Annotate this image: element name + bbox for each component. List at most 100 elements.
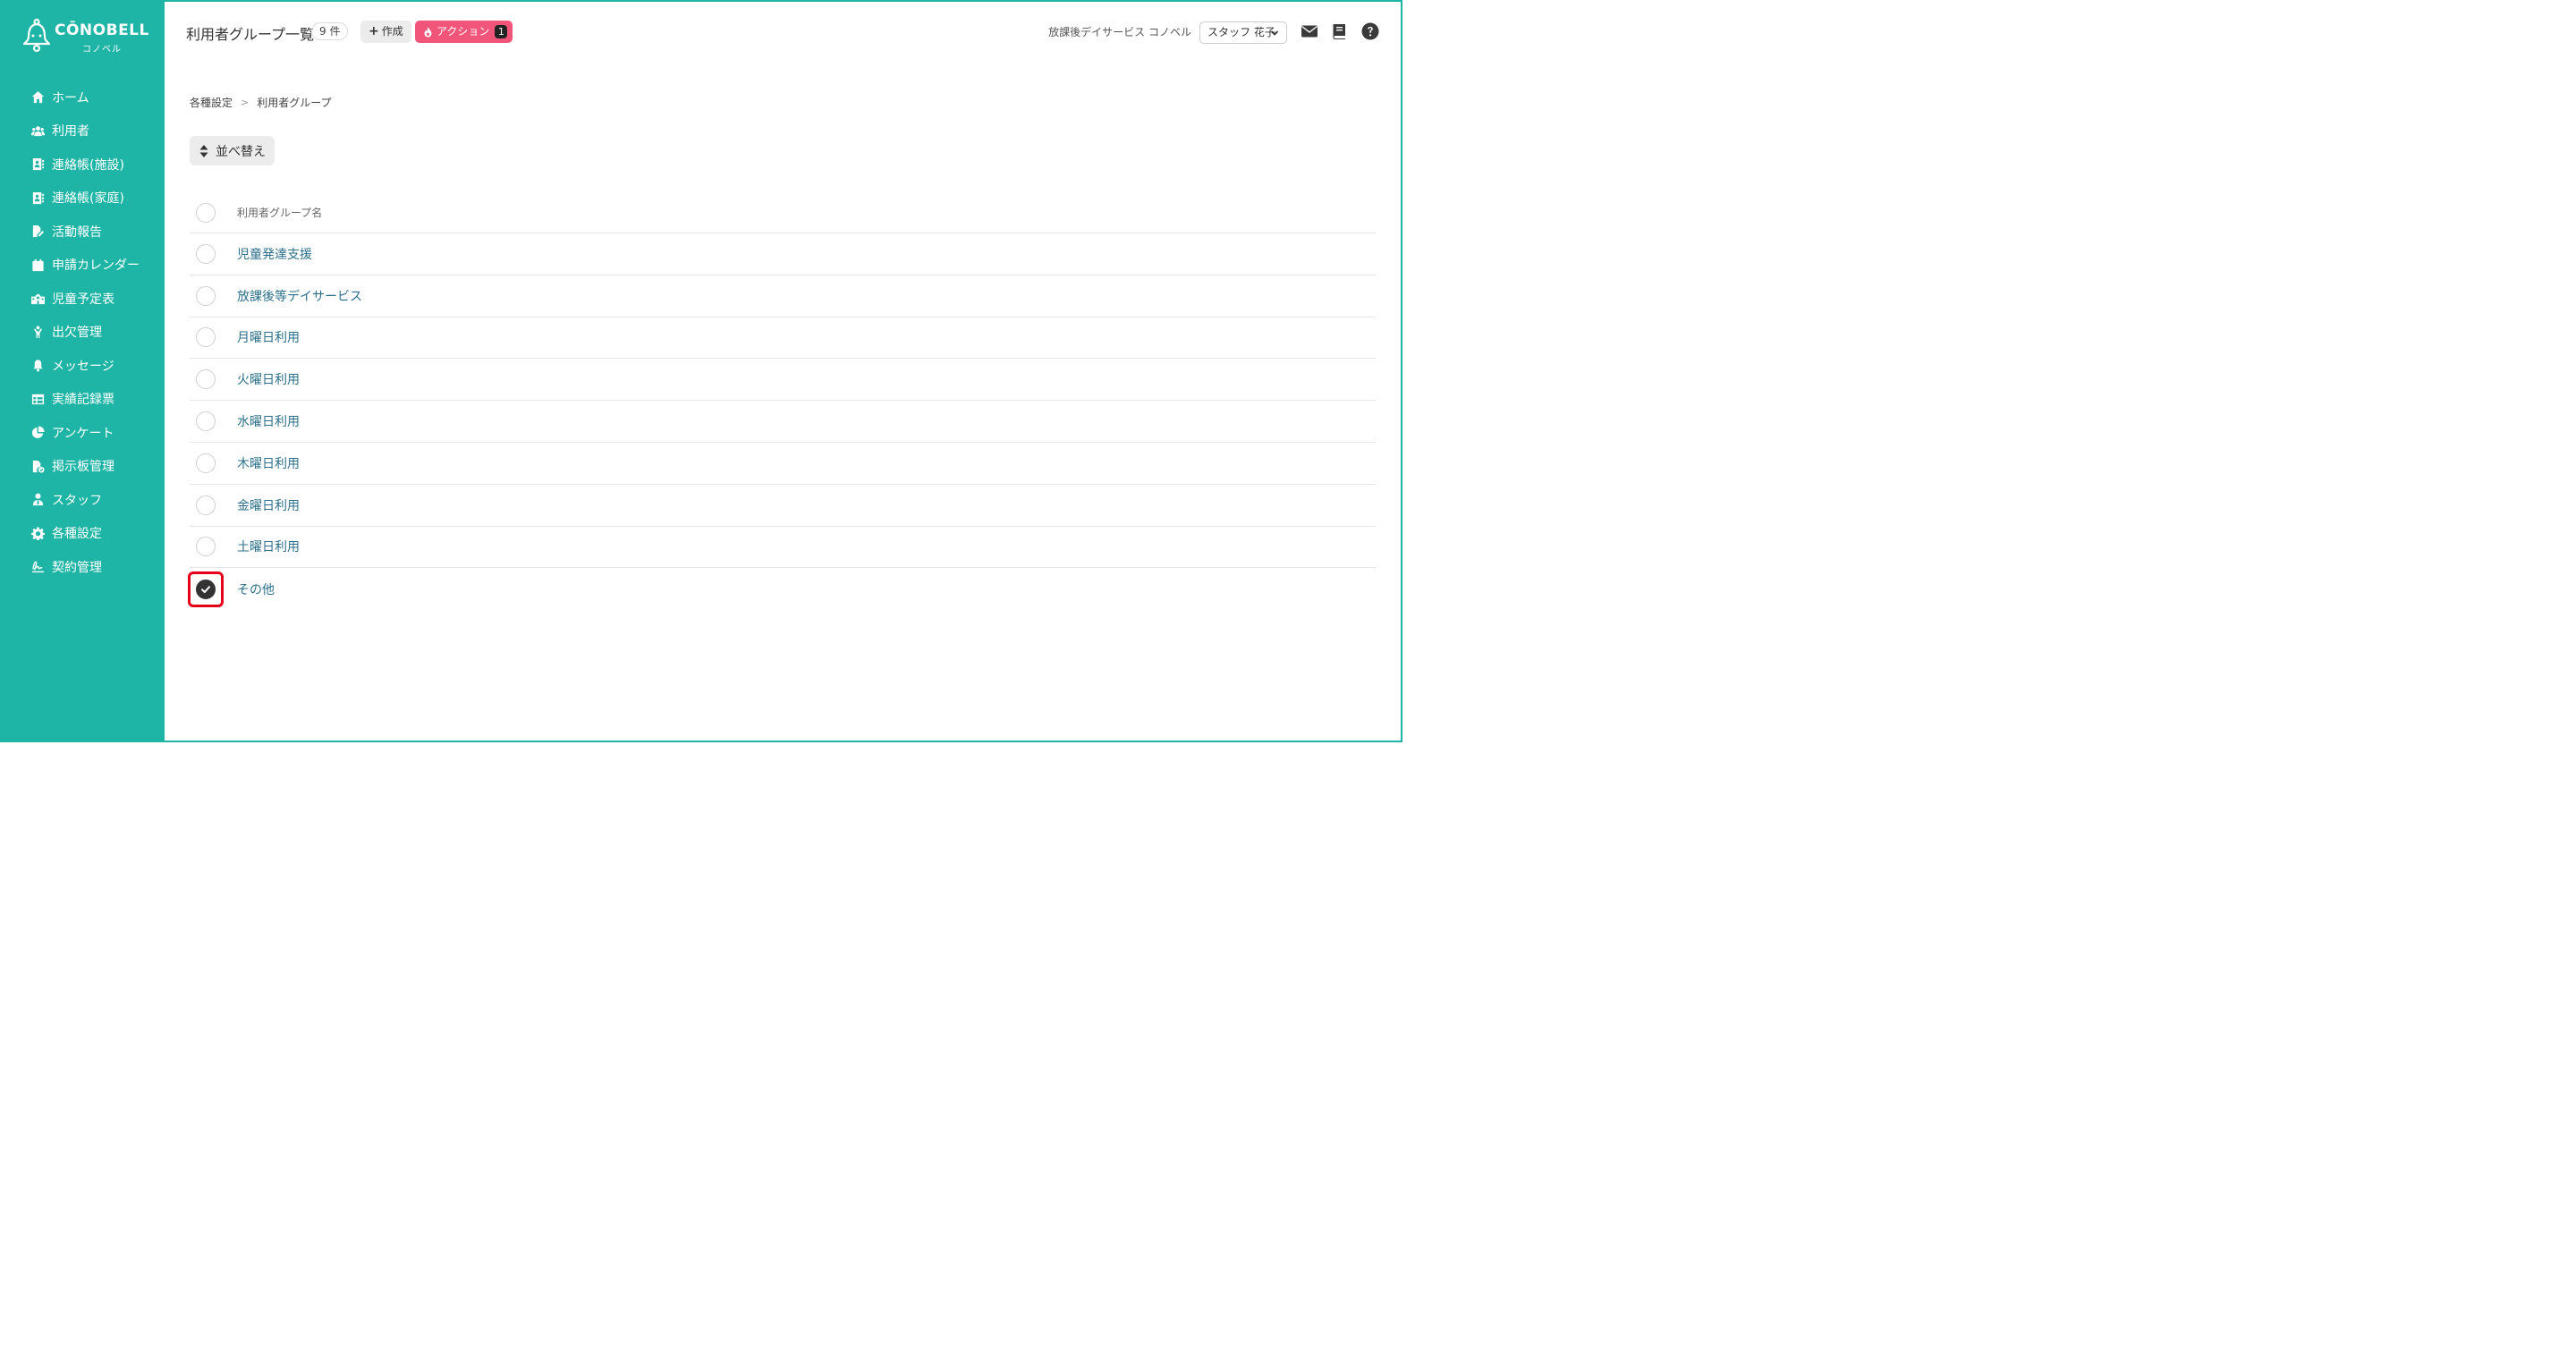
help-icon[interactable] (1361, 22, 1379, 40)
signature-icon (30, 560, 45, 574)
sidebar-item-attendance[interactable]: 出欠管理 (0, 316, 165, 350)
staff-dropdown[interactable]: スタッフ 花子 (1199, 21, 1287, 44)
checkmark-icon (201, 586, 210, 593)
table-row: 水曜日利用 (190, 401, 1376, 443)
breadcrumb-parent[interactable]: 各種設定 (190, 95, 233, 110)
group-name-link[interactable]: 月曜日利用 (237, 328, 300, 346)
logo[interactable]: CŌNOBELL コノベル (21, 18, 149, 57)
sidebar: CŌNOBELL コノベル ホーム 利用者 連絡帳(施設) 連絡帳(家庭) 活動… (0, 0, 165, 742)
row-checkbox[interactable] (196, 243, 216, 264)
sidebar-item-contract[interactable]: 契約管理 (0, 550, 165, 584)
sidebar-item-home[interactable]: ホーム (0, 80, 165, 114)
sidebar-item-label: 連絡帳(家庭) (52, 191, 124, 207)
calendar-icon (30, 258, 45, 272)
table-row: 土曜日利用 (190, 527, 1376, 569)
row-checkbox[interactable] (196, 495, 216, 515)
gear-icon (30, 526, 45, 540)
sidebar-item-label: 活動報告 (52, 224, 102, 240)
table-icon (30, 392, 45, 406)
contact-book-icon (30, 190, 45, 205)
create-button-label: 作成 (381, 25, 403, 38)
sidebar-item-label: スタッフ (52, 493, 102, 508)
breadcrumb-current: 利用者グループ (257, 97, 332, 109)
group-name-link[interactable]: その他 (237, 580, 275, 598)
sidebar-item-label: 実績記録票 (52, 393, 114, 408)
logo-subtext: コノベル (82, 45, 122, 55)
sidebar-item-users[interactable]: 利用者 (0, 114, 165, 148)
pie-chart-icon (30, 426, 45, 440)
user-tie-icon (30, 493, 45, 507)
action-button-label: アクション (436, 25, 490, 38)
count-badge: 9 件 (311, 22, 349, 40)
sidebar-item-child-schedule[interactable]: 児童予定表 (0, 282, 165, 316)
row-checkbox[interactable] (196, 285, 216, 306)
row-checkbox[interactable] (196, 369, 216, 390)
facility-name: 放課後デイサービス コノベル (1048, 26, 1191, 38)
breadcrumb: 各種設定 > 利用者グループ (190, 95, 332, 110)
action-button[interactable]: アクション 1 (415, 21, 513, 43)
users-icon (30, 123, 45, 138)
group-name-link[interactable]: 児童発達支援 (237, 245, 312, 263)
group-name-link[interactable]: 金曜日利用 (237, 496, 300, 514)
sidebar-item-record-sheet[interactable]: 実績記録票 (0, 383, 165, 417)
group-name-link[interactable]: 火曜日利用 (237, 370, 300, 388)
row-checkbox[interactable] (196, 537, 216, 557)
sidebar-item-contact-facility[interactable]: 連絡帳(施設) (0, 148, 165, 182)
group-name-link[interactable]: 放課後等デイサービス (237, 287, 362, 305)
school-icon (30, 292, 45, 306)
create-button[interactable]: + 作成 (360, 21, 411, 43)
sidebar-item-settings[interactable]: 各種設定 (0, 517, 165, 551)
table-header-row: 利用者グループ名 (190, 192, 1376, 233)
bell-icon (30, 359, 45, 373)
column-header-group-name: 利用者グループ名 (237, 207, 323, 219)
table-row: 児童発達支援 (190, 233, 1376, 275)
group-name-link[interactable]: 土曜日利用 (237, 538, 300, 555)
sidebar-item-contact-home[interactable]: 連絡帳(家庭) (0, 182, 165, 216)
row-checkbox[interactable] (196, 327, 216, 348)
mail-icon[interactable] (1301, 22, 1318, 40)
table-row: 金曜日利用 (190, 485, 1376, 527)
table-body: 児童発達支援放課後等デイサービス 月曜日利用火曜日利用水曜日利用木曜日利用金曜日利… (188, 233, 1376, 610)
chevron-down-icon (1270, 30, 1279, 36)
child-icon (30, 325, 45, 339)
sidebar-item-staff[interactable]: スタッフ (0, 483, 165, 517)
sidebar-item-label: アンケート (52, 426, 114, 441)
sidebar-item-label: 出欠管理 (52, 326, 102, 341)
select-all-checkbox[interactable] (196, 202, 216, 223)
sort-icon (199, 144, 208, 157)
group-name-link[interactable]: 水曜日利用 (237, 412, 300, 430)
sidebar-item-message[interactable]: メッセージ (0, 349, 165, 383)
sort-button[interactable]: 並べ替え (190, 136, 275, 165)
sidebar-nav: ホーム 利用者 連絡帳(施設) 連絡帳(家庭) 活動報告 申請カレンダー 児童予… (0, 80, 165, 584)
table-row: 月曜日利用 (190, 317, 1376, 360)
file-check-icon (30, 459, 45, 473)
contact-book-icon (30, 157, 45, 172)
row-checkbox[interactable] (196, 579, 216, 599)
plus-icon: + (369, 24, 379, 38)
row-checkbox[interactable] (196, 453, 216, 473)
sidebar-item-label: 利用者 (52, 124, 89, 140)
home-icon (30, 90, 45, 105)
bell-logo-icon (22, 18, 51, 53)
table-row: 木曜日利用 (190, 443, 1376, 485)
file-edit-icon (30, 224, 45, 239)
sidebar-item-label: 申請カレンダー (52, 258, 140, 274)
sidebar-item-label: 各種設定 (52, 527, 102, 542)
row-checkbox[interactable] (196, 411, 216, 432)
top-header: 利用者グループ一覧 9 件 + 作成 アクション 1 放課後デイサービス コノベル… (165, 0, 1402, 63)
manual-book-icon[interactable] (1331, 22, 1349, 40)
sidebar-item-calendar[interactable]: 申請カレンダー (0, 249, 165, 283)
logo-text: CŌNOBELL (55, 21, 149, 39)
sidebar-item-label: 掲示板管理 (52, 460, 114, 475)
sort-button-label: 並べ替え (216, 144, 266, 159)
chevron-right-icon: > (241, 97, 250, 108)
sidebar-item-label: ホーム (52, 90, 89, 106)
group-name-link[interactable]: 木曜日利用 (237, 454, 300, 472)
user-group-table: 利用者グループ名 児童発達支援放課後等デイサービス 月曜日利用火曜日利用水曜日利用… (188, 192, 1376, 610)
sidebar-item-survey[interactable]: アンケート (0, 416, 165, 450)
sidebar-item-label: 連絡帳(施設) (52, 157, 124, 173)
sidebar-item-activity-report[interactable]: 活動報告 (0, 215, 165, 249)
sidebar-item-label: 契約管理 (52, 560, 102, 575)
table-row: その他 (188, 568, 1376, 610)
sidebar-item-board[interactable]: 掲示板管理 (0, 450, 165, 484)
